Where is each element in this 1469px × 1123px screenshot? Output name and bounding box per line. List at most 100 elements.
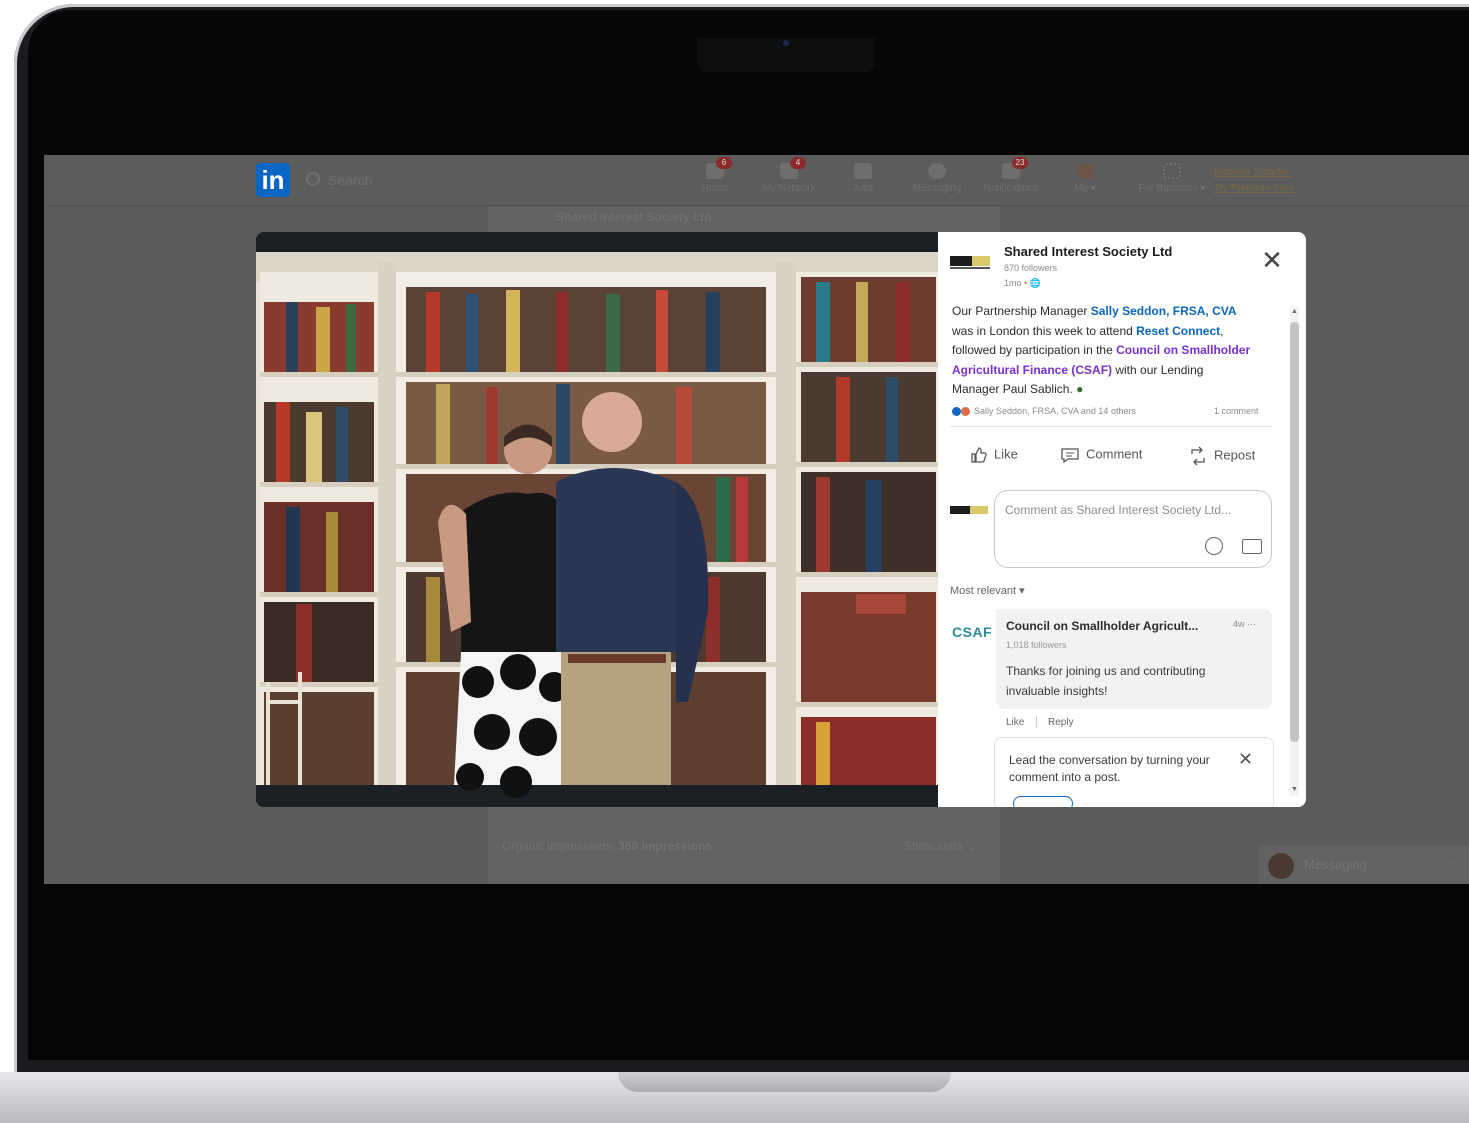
comment-label: Comment: [1086, 446, 1143, 462]
search-input[interactable]: Search: [306, 167, 476, 193]
network-badge: 4: [790, 157, 806, 169]
scroll-down-icon[interactable]: ▼: [1290, 784, 1299, 796]
comment-placeholder: Comment as Shared Interest Society Ltd..…: [1005, 503, 1232, 517]
chevron-down-icon: ⌄: [966, 839, 977, 853]
more-icon[interactable]: ···: [1247, 619, 1256, 629]
divider: [1036, 716, 1037, 728]
like-button[interactable]: Like: [970, 446, 1018, 464]
comment-author-followers: 1,018 followers: [1006, 640, 1067, 650]
image-icon[interactable]: [1242, 539, 1262, 554]
repost-label: Repost: [1214, 447, 1256, 463]
network-icon: 4: [780, 157, 806, 179]
premium-link[interactable]: Network Smarter, Try Premium Free: [1214, 165, 1294, 197]
comment-input[interactable]: Comment as Shared Interest Society Ltd..…: [994, 490, 1272, 568]
nav-for-business[interactable]: For Business ▾: [1132, 163, 1212, 194]
messaging-avatar: [1268, 853, 1294, 879]
close-button[interactable]: ✕: [1260, 247, 1284, 273]
post-text-part-2: was in London this week to attend: [952, 323, 1137, 338]
chat-icon: [928, 163, 946, 179]
premium-line1: Network Smarter,: [1214, 167, 1292, 178]
tip-action-button[interactable]: [1013, 796, 1073, 807]
tip-close-icon[interactable]: ✕: [1238, 750, 1253, 768]
search-placeholder: Search: [328, 172, 373, 188]
company-followers: 870 followers: [1004, 263, 1058, 273]
messaging-label: Messaging: [1304, 857, 1367, 872]
map-pin-emoji-icon: ●: [1076, 382, 1084, 396]
thumbs-up-icon: [971, 447, 987, 463]
nav-me[interactable]: Me ▾: [1050, 163, 1120, 194]
briefcase-icon: [854, 163, 872, 179]
sort-dropdown[interactable]: Most relevant ▾: [950, 584, 1025, 597]
celebrate-reaction-icon: [960, 407, 970, 417]
scrollbar-thumb[interactable]: [1290, 322, 1299, 742]
repost-button[interactable]: Repost: [1188, 446, 1255, 466]
nav-home-label: Home: [701, 183, 729, 194]
company-name[interactable]: Shared Interest Society Ltd: [1004, 244, 1172, 259]
notifications-badge: 23: [1012, 157, 1028, 169]
nav-my-network[interactable]: 4 My Network: [754, 157, 824, 194]
commenter-avatar: [950, 506, 988, 514]
impressions-text: Organic impressions: 360 impressions: [502, 839, 712, 853]
impressions-label: Organic impressions:: [502, 839, 615, 853]
show-stats-button[interactable]: Show stats ⌄: [904, 839, 976, 853]
post-text: Our Partnership Manager Sally Seddon, FR…: [952, 302, 1252, 400]
home-badge: 6: [716, 157, 732, 169]
avatar: [1076, 163, 1094, 179]
impressions-value: 360 impressions: [618, 839, 713, 853]
bookshelf-photo: [256, 232, 940, 807]
comment-icon: [1061, 448, 1079, 464]
nav-me-label: Me ▾: [1074, 183, 1096, 194]
divider: [950, 426, 1272, 427]
globe-icon: 🌐: [1029, 278, 1041, 288]
feed-post-title: Shared Interest Society Ltd: [556, 210, 712, 224]
messaging-bar[interactable]: Messaging ···: [1258, 845, 1469, 884]
post-time: 1mo • 🌐: [1004, 278, 1041, 289]
grid-icon: [1163, 163, 1181, 179]
post-photo: [256, 232, 940, 807]
reactions-text: Sally Seddon, FRSA, CVA and 14 others: [974, 406, 1136, 416]
like-reaction-icon: [952, 407, 961, 417]
comment-time-text: 4w: [1233, 619, 1245, 629]
nav-messaging[interactable]: Messaging: [902, 163, 972, 194]
nav-jobs-label: Jobs: [852, 183, 874, 194]
nav-my-network-label: My Network: [762, 183, 816, 194]
scroll-up-icon[interactable]: ▲: [1290, 306, 1299, 318]
comment-reply-button[interactable]: Reply: [1048, 717, 1074, 728]
nav-home[interactable]: 6 Home: [680, 157, 750, 194]
repost-icon: [1191, 446, 1205, 466]
comments-count[interactable]: 1 comment: [1214, 406, 1259, 416]
comment-time: 4w ···: [1233, 619, 1256, 629]
nav-notifications-label: Notifications: [983, 183, 1039, 194]
show-stats-label: Show stats: [904, 839, 963, 853]
nav-messaging-label: Messaging: [912, 183, 962, 194]
comment-bubble: Council on Smallholder Agricult... 4w ··…: [996, 609, 1272, 709]
laptop-notch: [618, 1072, 951, 1092]
post-detail-panel: Shared Interest Society Ltd 870 follower…: [938, 232, 1306, 807]
comment-like-button[interactable]: Like: [1006, 717, 1024, 728]
nav-for-business-label: For Business ▾: [1138, 183, 1206, 194]
post-text-part-1: Our Partnership Manager: [952, 304, 1091, 318]
reactions-summary[interactable]: Sally Seddon, FRSA, CVA and 14 others: [952, 406, 1136, 417]
post-time-text: 1mo •: [1004, 278, 1028, 288]
comment-button[interactable]: Comment: [1060, 446, 1142, 464]
linkedin-logo-icon[interactable]: in: [256, 163, 290, 197]
mention-reset-connect[interactable]: Reset Connect: [1136, 324, 1220, 338]
tip-text: Lead the conversation by turning your co…: [1009, 753, 1210, 784]
comment-author[interactable]: Council on Smallholder Agricult...: [1006, 619, 1198, 633]
home-icon: 6: [706, 157, 732, 179]
messaging-more-icon[interactable]: ···: [1444, 857, 1455, 869]
webcam-icon: [783, 40, 789, 46]
search-icon: [306, 172, 320, 186]
premium-line2: Try Premium Free: [1214, 183, 1295, 194]
mention-sally-seddon[interactable]: Sally Seddon, FRSA, CVA: [1091, 304, 1237, 318]
nav-jobs[interactable]: Jobs: [828, 163, 898, 194]
nav-notifications[interactable]: 23 Notifications: [976, 157, 1046, 194]
tip-card: Lead the conversation by turning your co…: [994, 737, 1274, 807]
emoji-icon[interactable]: [1205, 537, 1223, 555]
comment-text: Thanks for joining us and contributing i…: [1006, 664, 1206, 698]
linkedin-header: in Search 6 Home 4 My Network Jobs Messa…: [44, 155, 1469, 206]
screen: in Search 6 Home 4 My Network Jobs Messa…: [44, 155, 1469, 884]
bell-icon: 23: [1002, 157, 1028, 179]
csaf-logo[interactable]: CSAF: [952, 624, 992, 640]
company-logo[interactable]: [950, 254, 992, 270]
